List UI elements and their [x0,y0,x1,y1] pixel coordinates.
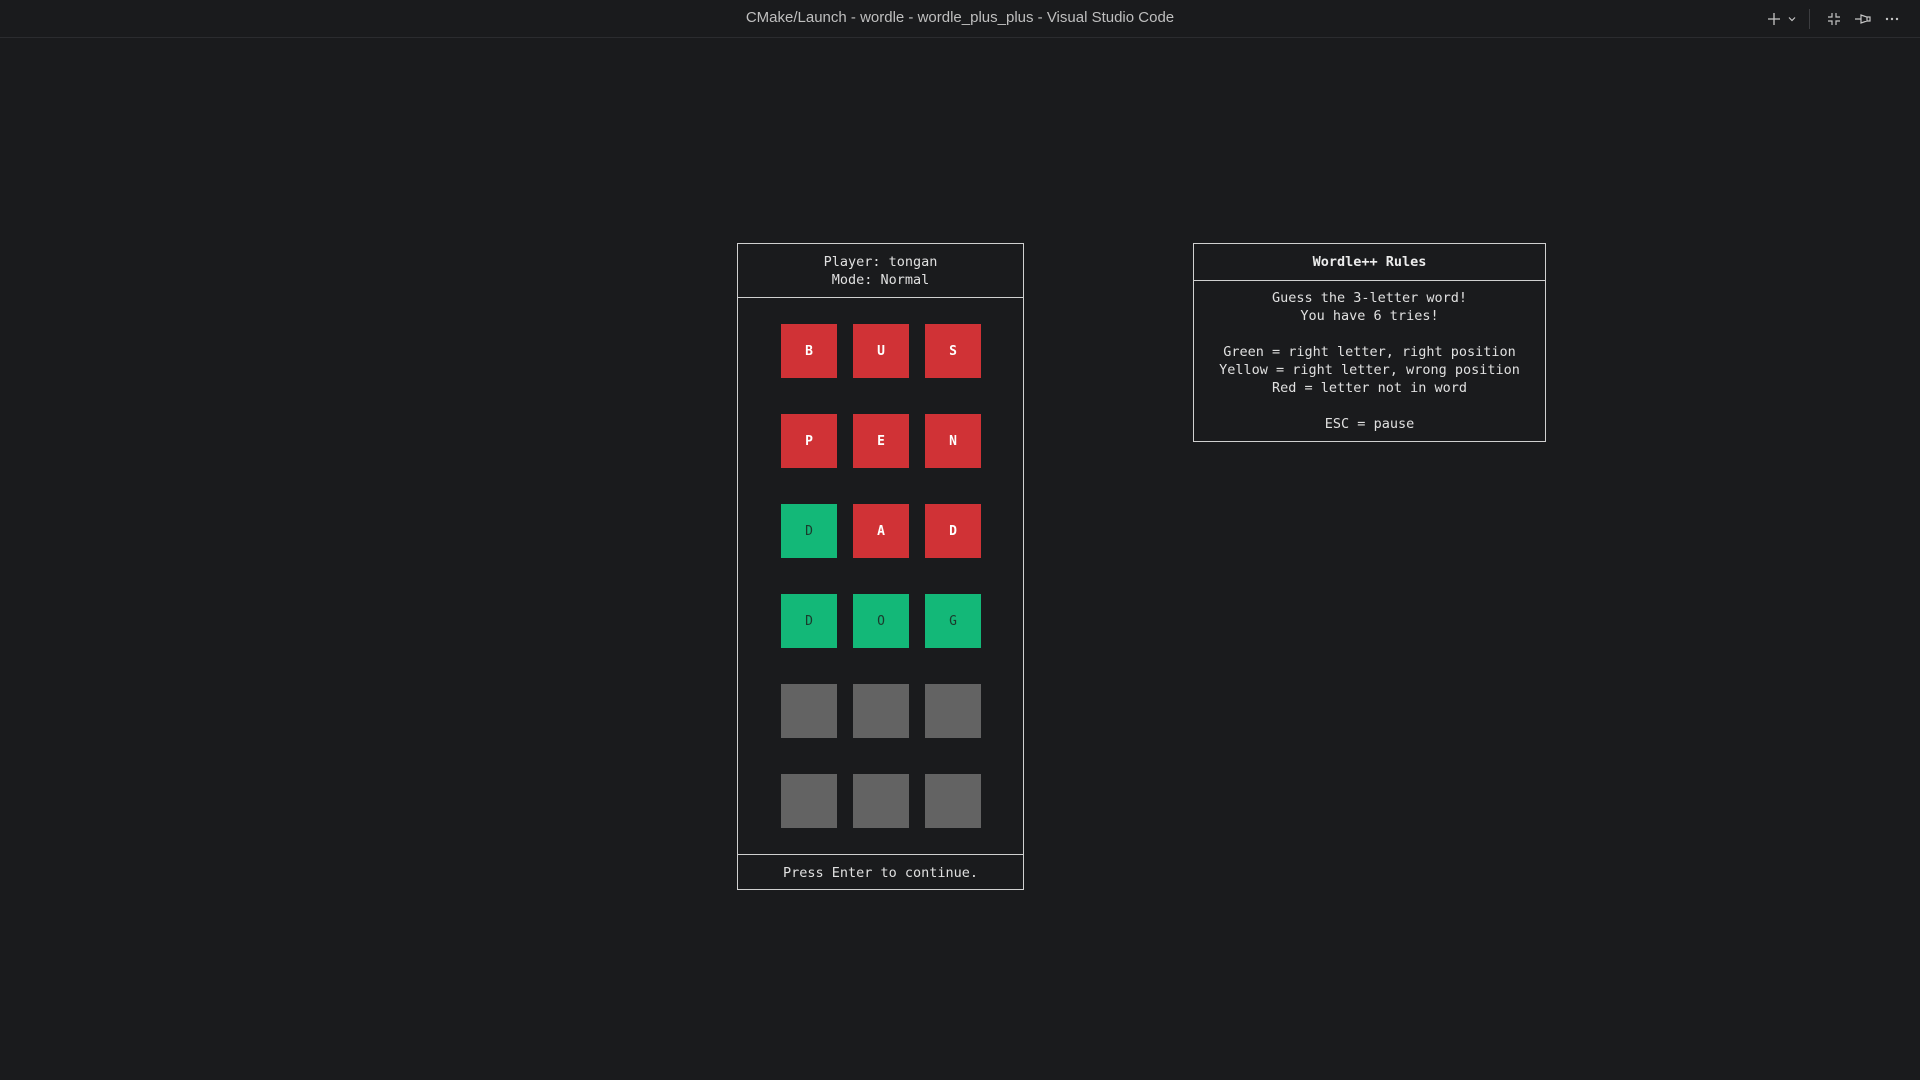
tile-r4-c3: G [925,594,981,648]
rules-line: You have 6 tries! [1300,308,1439,324]
game-header: Player: tongan Mode: Normal [738,244,1023,298]
tile-r5-c2 [853,684,909,738]
tile-r1-c1: B [781,324,837,378]
pin-button[interactable] [1848,6,1878,32]
exit-fullscreen-icon [1828,12,1840,25]
player-label: Player: tongan [823,253,938,270]
rules-line: ESC = pause [1324,416,1415,432]
rules-line [1194,325,1545,343]
rules-line [1194,397,1545,415]
rules-line: Yellow = right letter, wrong position [1219,362,1520,378]
tile-r6-c3 [925,774,981,828]
mode-label: Mode: Normal [831,271,930,288]
window-title: CMake/Launch - wordle - wordle_plus_plus… [745,9,1175,26]
exit-fullscreen-button[interactable] [1820,6,1848,32]
rules-line: Green = right letter, right position [1223,344,1516,360]
divider [1809,8,1810,29]
chevron-down-icon [1788,16,1796,21]
title-bar-actions [1763,0,1906,37]
new-terminal-dropdown-button[interactable] [1785,6,1799,32]
rules-line: Guess the 3-letter word! [1271,290,1468,306]
title-bar: CMake/Launch - wordle - wordle_plus_plus… [0,0,1920,38]
new-terminal-button[interactable] [1763,6,1785,32]
more-actions-button[interactable] [1878,6,1906,32]
rules-title: Wordle++ Rules [1194,244,1545,281]
game-panel: Player: tongan Mode: Normal BUSPENDADDOG… [737,243,1024,890]
tile-r6-c1 [781,774,837,828]
tile-r1-c2: U [853,324,909,378]
continue-prompt: Press Enter to continue. [782,864,979,881]
more-icon [1885,17,1899,20]
rules-body: Guess the 3-letter word! You have 6 tries… [1194,281,1545,433]
tile-r5-c3 [925,684,981,738]
tile-r4-c1: D [781,594,837,648]
tile-r2-c3: N [925,414,981,468]
game-board: BUSPENDADDOG [738,298,1023,855]
tile-r3-c1: D [781,504,837,558]
pin-icon [1855,13,1871,24]
rules-line: Red = letter not in word [1271,380,1468,396]
tile-r3-c2: A [853,504,909,558]
tile-r2-c2: E [853,414,909,468]
tile-r3-c3: D [925,504,981,558]
tile-r2-c1: P [781,414,837,468]
tile-r6-c2 [853,774,909,828]
plus-icon [1768,12,1780,25]
tile-r5-c1 [781,684,837,738]
rules-panel: Wordle++ Rules Guess the 3-letter word! Y… [1193,243,1546,442]
tile-r4-c2: O [853,594,909,648]
tile-r1-c3: S [925,324,981,378]
